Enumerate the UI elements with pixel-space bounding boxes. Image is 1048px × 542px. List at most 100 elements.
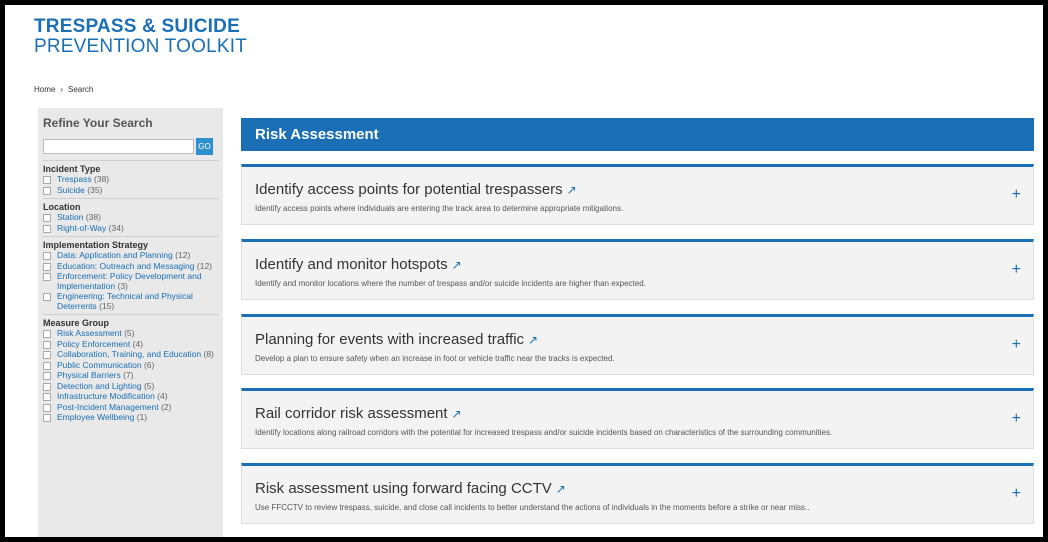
- facet-option[interactable]: Collaboration, Training, and Education (…: [43, 349, 219, 360]
- facet-option-count: (35): [87, 184, 103, 195]
- facet-option[interactable]: Physical Barriers (7): [43, 370, 219, 381]
- facet-option-label[interactable]: Station: [57, 212, 83, 222]
- result-card[interactable]: Identify and monitor hotspots ↗ Identify a…: [241, 239, 1034, 300]
- result-card-title[interactable]: Planning for events with increased traff…: [255, 331, 538, 348]
- facet-checkbox[interactable]: [43, 414, 51, 422]
- facet-option-label[interactable]: Public Communication: [57, 360, 142, 370]
- facet-checkbox[interactable]: [43, 403, 51, 412]
- facet-option-count: (4): [132, 338, 143, 349]
- facet-checkbox[interactable]: [43, 186, 51, 195]
- external-link-icon[interactable]: ↗: [556, 482, 566, 496]
- facet-option-label[interactable]: Education: Outreach and Messaging: [57, 261, 195, 271]
- result-card-title-text[interactable]: Planning for events with increased traff…: [255, 331, 524, 348]
- result-card-title[interactable]: Rail corridor risk assessment ↗: [255, 405, 462, 422]
- facet-checkbox[interactable]: [43, 262, 51, 271]
- facet-option[interactable]: Station (38): [43, 212, 219, 223]
- facet-option-count: (2): [160, 401, 172, 412]
- result-card[interactable]: Risk assessment using forward facing CCT…: [241, 463, 1034, 524]
- result-card-title-text[interactable]: Risk assessment using forward facing CCT…: [255, 480, 552, 497]
- expand-plus-icon[interactable]: +: [1012, 337, 1021, 353]
- expand-plus-icon[interactable]: +: [1012, 187, 1021, 203]
- expand-plus-icon[interactable]: +: [1012, 486, 1021, 502]
- facet-option[interactable]: Education: Outreach and Messaging (12): [43, 261, 219, 272]
- result-card-description: Use FFCCTV to review trespass, suicide, …: [255, 503, 810, 512]
- facet-checkbox[interactable]: [43, 361, 51, 370]
- facet-checkbox[interactable]: [43, 252, 51, 260]
- facet-option[interactable]: Policy Enforcement (4): [43, 338, 219, 350]
- result-card-title-text[interactable]: Rail corridor risk assessment: [255, 405, 448, 422]
- facet-option[interactable]: Trespass (38): [43, 174, 219, 185]
- breadcrumb: Home › Search: [34, 85, 93, 94]
- facet-option[interactable]: Data: Application and Planning (12): [43, 250, 219, 261]
- facet-checkbox[interactable]: [43, 351, 51, 359]
- facet-option-label[interactable]: Policy Enforcement: [57, 339, 130, 349]
- facet-checkbox[interactable]: [43, 273, 51, 281]
- facet-option-label[interactable]: Data: Application and Planning: [57, 250, 173, 260]
- facet-checkbox[interactable]: [43, 330, 51, 338]
- facet-option[interactable]: Enforcement: Policy Development and Impl…: [43, 271, 219, 291]
- facet-option-label[interactable]: Detection and Lighting: [57, 381, 142, 391]
- facet-option-count: (6): [143, 359, 155, 370]
- results-header: Risk Assessment: [241, 118, 1034, 151]
- facet-option-label[interactable]: Trespass: [57, 174, 92, 184]
- facet-checkbox[interactable]: [43, 340, 51, 349]
- result-card-title[interactable]: Identify access points for potential tre…: [255, 181, 577, 198]
- facet-option[interactable]: Risk Assessment (5): [43, 328, 219, 339]
- facet-checkbox[interactable]: [43, 382, 51, 391]
- external-link-icon[interactable]: ↗: [452, 258, 462, 272]
- facet-option[interactable]: Public Communication (6): [43, 359, 219, 371]
- breadcrumb-separator: ›: [60, 85, 64, 94]
- site-logo[interactable]: TRESPASS & SUICIDE PREVENTION TOOLKIT: [34, 17, 247, 56]
- facet-option-label[interactable]: Infrastructure Modification: [57, 391, 155, 401]
- result-card-title[interactable]: Risk assessment using forward facing CCT…: [255, 480, 566, 497]
- result-card[interactable]: Rail corridor risk assessment ↗ Identify l…: [241, 388, 1034, 449]
- facet-option-label[interactable]: Suicide: [57, 185, 85, 195]
- result-card-title-text[interactable]: Identify access points for potential tre…: [255, 181, 563, 198]
- facet-checkbox[interactable]: [43, 393, 51, 401]
- facet-option[interactable]: Right-of-Way (34): [43, 223, 219, 234]
- facet-option[interactable]: Employee Wellbeing (1): [43, 412, 219, 423]
- go-button[interactable]: GO: [196, 138, 213, 155]
- facet-checkbox[interactable]: [43, 224, 51, 233]
- external-link-icon[interactable]: ↗: [528, 333, 538, 347]
- facet-option-label[interactable]: Physical Barriers: [57, 370, 121, 380]
- facet-option-text: Policy Enforcement (4): [57, 338, 143, 350]
- result-card-description: Identify access points where individuals…: [255, 204, 624, 213]
- search-input[interactable]: [43, 139, 194, 154]
- facet-option-count: (3): [117, 280, 128, 291]
- sidebar-search-row: GO: [43, 138, 219, 155]
- facet-option[interactable]: Suicide (35): [43, 184, 219, 196]
- result-card-description: Identify locations along railroad corrid…: [255, 428, 833, 437]
- facet-option-label[interactable]: Risk Assessment: [57, 328, 122, 338]
- facet-option-count: (7): [123, 370, 134, 380]
- facet-option-text: Education: Outreach and Messaging (12): [57, 261, 212, 272]
- external-link-icon[interactable]: ↗: [567, 183, 577, 197]
- facet-option-text: Public Communication (6): [57, 359, 155, 371]
- facet-checkbox[interactable]: [43, 214, 51, 222]
- result-card-description: Develop a plan to ensure safety when an …: [255, 354, 615, 363]
- facet-checkbox[interactable]: [43, 293, 51, 301]
- expand-plus-icon[interactable]: +: [1012, 411, 1021, 427]
- result-card-title-text[interactable]: Identify and monitor hotspots: [255, 256, 448, 273]
- facet-option-label[interactable]: Engineering: Technical and Physical Dete…: [57, 291, 193, 311]
- facet-checkbox[interactable]: [43, 372, 51, 380]
- facet-option[interactable]: Post-Incident Management (2): [43, 401, 219, 413]
- facet-group: Location Station (38) Right-of-Way (34): [43, 198, 219, 233]
- facet-option-text: Post-Incident Management (2): [57, 401, 172, 413]
- external-link-icon[interactable]: ↗: [452, 407, 462, 421]
- facet-option-label[interactable]: Employee Wellbeing: [57, 412, 134, 422]
- facet-checkbox[interactable]: [43, 176, 51, 184]
- facet-option-label[interactable]: Right-of-Way: [57, 223, 106, 233]
- result-card-title[interactable]: Identify and monitor hotspots ↗: [255, 256, 462, 273]
- facet-title: Implementation Strategy: [43, 240, 149, 250]
- result-card[interactable]: Identify access points for potential tre…: [241, 164, 1034, 225]
- facet-option[interactable]: Engineering: Technical and Physical Dete…: [43, 291, 219, 311]
- facet-option-label[interactable]: Enforcement: Policy Development and Impl…: [57, 271, 202, 291]
- facet-option[interactable]: Detection and Lighting (5): [43, 381, 219, 392]
- expand-plus-icon[interactable]: +: [1012, 262, 1021, 278]
- facet-option[interactable]: Infrastructure Modification (4): [43, 391, 219, 402]
- breadcrumb-home-link[interactable]: Home: [34, 85, 55, 94]
- facet-option-label[interactable]: Collaboration, Training, and Education: [57, 349, 201, 359]
- result-card[interactable]: Planning for events with increased traff…: [241, 314, 1034, 375]
- facet-option-label[interactable]: Post-Incident Management: [57, 402, 159, 412]
